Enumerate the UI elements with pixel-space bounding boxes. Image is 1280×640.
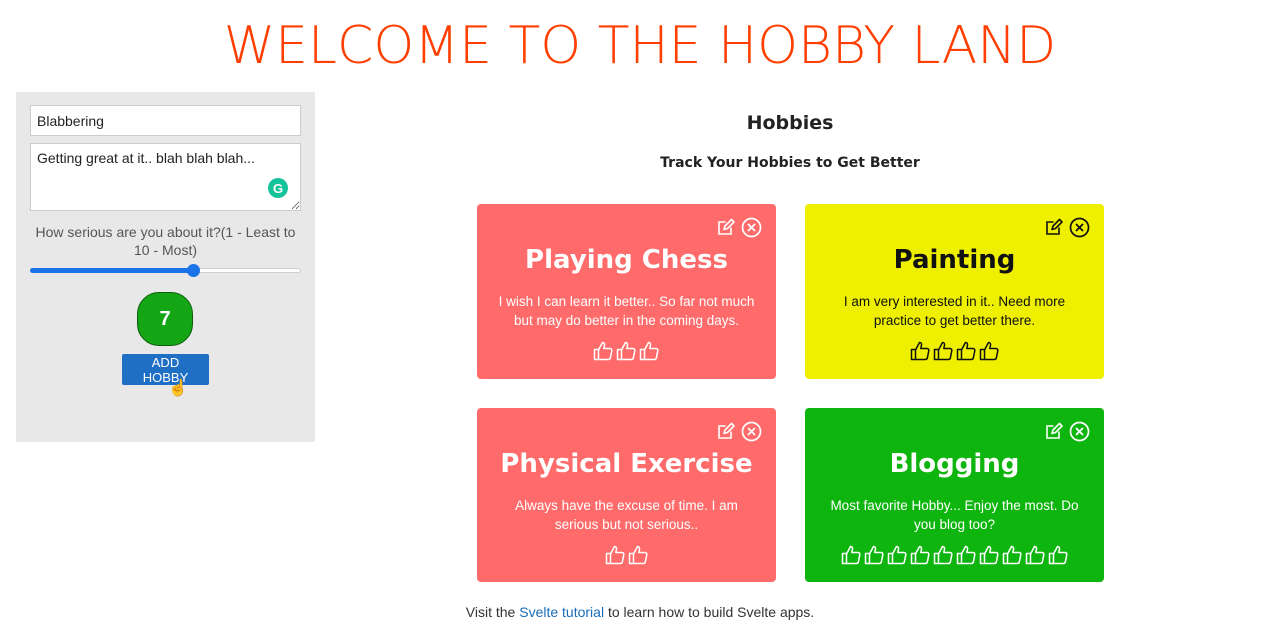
thumbs-up-icon (864, 545, 885, 565)
edit-icon[interactable] (716, 217, 736, 238)
edit-icon[interactable] (716, 421, 736, 442)
hobby-card: Painting I am very interested in it.. Nee… (805, 204, 1104, 379)
seriousness-rating (805, 341, 1104, 361)
close-circle-icon[interactable] (741, 421, 762, 442)
hobby-title: Physical Exercise (500, 449, 753, 479)
thumbs-up-icon (593, 341, 614, 361)
thumbs-up-icon (616, 341, 637, 361)
svelte-tutorial-link[interactable]: Svelte tutorial (519, 604, 604, 620)
card-actions (1044, 217, 1090, 238)
close-circle-icon[interactable] (1069, 217, 1090, 238)
thumbs-up-icon (1002, 545, 1023, 565)
thumbs-up-icon (979, 545, 1000, 565)
hobby-description: Always have the excuse of time. I am ser… (515, 498, 738, 532)
thumbs-up-icon (910, 545, 931, 565)
seriousness-rating (477, 341, 776, 361)
hobby-description: Most favorite Hobby... Enjoy the most. D… (830, 498, 1079, 532)
close-circle-icon[interactable] (1069, 421, 1090, 442)
hobbies-subheading: Track Your Hobbies to Get Better (660, 155, 920, 171)
hobby-title: Blogging (889, 449, 1020, 479)
thumbs-up-icon (841, 545, 862, 565)
add-hobby-form: Getting great at it.. blah blah blah... … (16, 92, 315, 442)
hobby-title: Playing Chess (525, 245, 728, 275)
hobby-title: Painting (893, 245, 1016, 275)
thumbs-up-icon (887, 545, 908, 565)
thumbs-up-icon (910, 341, 931, 361)
thumbs-up-icon (933, 545, 954, 565)
hobby-description: I wish I can learn it better.. So far no… (498, 294, 755, 328)
hobby-name-input[interactable] (30, 105, 301, 136)
hobby-card: Playing Chess I wish I can learn it bette… (477, 204, 776, 379)
thumbs-up-icon (1048, 545, 1069, 565)
hobby-card: Physical Exercise Always have the excuse … (477, 408, 776, 582)
edit-icon[interactable] (1044, 217, 1064, 238)
hobby-description-input[interactable]: Getting great at it.. blah blah blah... (30, 143, 301, 211)
thumbs-up-icon (933, 341, 954, 361)
close-circle-icon[interactable] (741, 217, 762, 238)
seriousness-slider-thumb[interactable] (186, 264, 200, 277)
seriousness-slider-fill (30, 268, 193, 273)
card-actions (716, 421, 762, 442)
hand-pointer-icon: ☝ (168, 380, 188, 397)
hobby-description: I am very interested in it.. Need more p… (843, 294, 1066, 328)
footer-prefix: Visit the (465, 604, 520, 620)
rating-value-badge: 7 (137, 292, 193, 346)
thumbs-up-icon (605, 545, 626, 565)
edit-icon[interactable] (1044, 421, 1064, 442)
page-title: WELCOME TO THE HOBBY LAND (223, 16, 1057, 76)
grammarly-icon[interactable]: G (268, 178, 288, 198)
thumbs-up-icon (628, 545, 649, 565)
seriousness-rating (477, 545, 776, 565)
seriousness-label: How serious are you about it?(1 - Least … (35, 224, 296, 258)
footer-suffix: to learn how to build Svelte apps. (604, 604, 815, 620)
card-actions (716, 217, 762, 238)
card-actions (1044, 421, 1090, 442)
thumbs-up-icon (979, 341, 1000, 361)
footer-text: Visit the Svelte tutorial to learn how t… (0, 604, 1280, 620)
hobby-card: Blogging Most favorite Hobby... Enjoy the… (805, 408, 1104, 582)
thumbs-up-icon (639, 341, 660, 361)
thumbs-up-icon (956, 341, 977, 361)
hobbies-heading: Hobbies (746, 112, 834, 134)
add-hobby-button[interactable]: ADD HOBBY (122, 354, 209, 385)
thumbs-up-icon (956, 545, 977, 565)
thumbs-up-icon (1025, 545, 1046, 565)
seriousness-rating (805, 545, 1104, 565)
